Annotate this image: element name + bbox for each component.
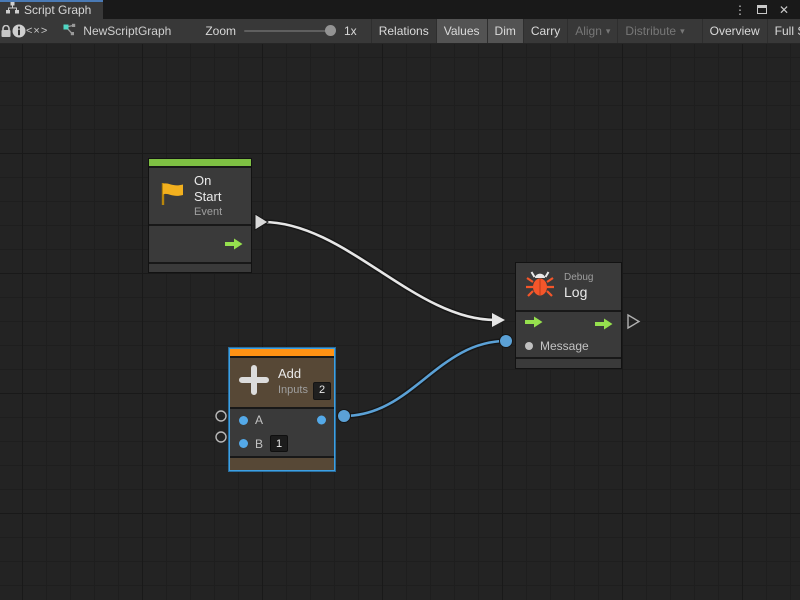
- tab-bar: Script Graph ⋮ ✕: [0, 0, 800, 19]
- wire-blue-start-dot: [338, 410, 351, 423]
- event-color-bar: [149, 159, 251, 166]
- connection-layer: [0, 44, 800, 600]
- zoom-slider-handle[interactable]: [325, 25, 336, 36]
- zoom-slider[interactable]: [244, 30, 336, 32]
- align-button[interactable]: Align ▾: [567, 19, 617, 43]
- graph-name-chip[interactable]: NewScriptGraph: [48, 19, 181, 43]
- lock-icon[interactable]: [0, 19, 12, 43]
- add-ports: A B 1: [230, 409, 334, 456]
- close-icon[interactable]: ✕: [776, 2, 792, 18]
- code-icon[interactable]: <×>: [26, 19, 48, 43]
- debug-log-ports: Message: [516, 312, 621, 357]
- add-inputs-count[interactable]: 2: [313, 382, 331, 400]
- maximize-icon[interactable]: [754, 2, 770, 18]
- debug-log-footer: [516, 359, 621, 368]
- log-exit-port[interactable]: [595, 318, 613, 330]
- debug-log-header: Debug Log: [516, 263, 621, 310]
- zoom-control: Zoom 1x: [181, 19, 364, 43]
- log-exit-outer-triangle: [628, 315, 639, 328]
- tab-script-graph[interactable]: Script Graph: [0, 0, 103, 19]
- add-footer: [230, 458, 334, 470]
- on-start-footer: [149, 264, 251, 272]
- dim-button[interactable]: Dim: [487, 19, 523, 43]
- window-buttons: ⋮ ✕: [732, 0, 800, 19]
- tab-title: Script Graph: [24, 3, 91, 17]
- values-button[interactable]: Values: [436, 19, 487, 43]
- add-port-b-label: B: [255, 437, 263, 451]
- message-port[interactable]: [525, 342, 533, 350]
- add-inputs-label: Inputs: [278, 384, 308, 398]
- graph-node-icon: [62, 23, 77, 39]
- graph-toolbar: <×> NewScriptGraph Zoom 1x Relations Val…: [0, 19, 800, 44]
- node-debug-log[interactable]: Debug Log Message: [515, 262, 622, 369]
- script-graph-icon: [6, 2, 19, 17]
- zoom-value: 1x: [344, 24, 357, 38]
- on-start-header: On Start Event: [149, 168, 251, 224]
- add-port-b-outer-circle: [216, 432, 226, 442]
- distribute-button[interactable]: Distribute ▾: [617, 19, 691, 43]
- bug-icon: [525, 270, 555, 303]
- kebab-menu-icon[interactable]: ⋮: [732, 2, 748, 18]
- message-port-label: Message: [540, 339, 589, 353]
- tab-active-accent: [0, 0, 103, 2]
- add-title: Add: [278, 366, 331, 382]
- on-start-subtitle: Event: [194, 206, 241, 220]
- add-port-a-label: A: [255, 413, 263, 427]
- chevron-down-icon: ▾: [606, 26, 611, 37]
- chevron-down-icon: ▾: [680, 26, 685, 37]
- zoom-label: Zoom: [205, 24, 236, 38]
- log-title: Log: [564, 284, 593, 302]
- math-color-bar: [230, 349, 334, 356]
- graph-canvas[interactable]: On Start Event: [0, 44, 800, 600]
- carry-button[interactable]: Carry: [523, 19, 567, 43]
- relations-button[interactable]: Relations: [371, 19, 436, 43]
- info-icon[interactable]: [12, 19, 26, 43]
- flag-icon: [158, 181, 185, 212]
- script-graph-window: Script Graph ⋮ ✕ <×> NewScriptGraph Zoom: [0, 0, 800, 600]
- node-on-start-event[interactable]: On Start Event: [148, 158, 252, 273]
- log-enter-port[interactable]: [525, 316, 543, 331]
- plus-icon: [239, 365, 269, 400]
- add-sum-port[interactable]: [317, 416, 326, 425]
- add-header: Add Inputs 2: [230, 358, 334, 407]
- debug-supertitle: Debug: [564, 272, 593, 285]
- wire-end-arrow: [492, 313, 505, 327]
- add-port-a[interactable]: [239, 416, 248, 425]
- overview-button[interactable]: Overview: [702, 19, 767, 43]
- node-add[interactable]: Add Inputs 2 A B 1: [229, 348, 335, 471]
- add-port-b[interactable]: [239, 439, 248, 448]
- on-start-exit-port[interactable]: [225, 238, 243, 250]
- add-port-a-outer-circle: [216, 411, 226, 421]
- graph-name: NewScriptGraph: [83, 24, 171, 38]
- add-port-b-value[interactable]: 1: [270, 435, 288, 452]
- fullscreen-button[interactable]: Full S: [767, 19, 800, 43]
- wire-start-cap: [255, 214, 268, 230]
- on-start-title: On Start: [194, 173, 241, 206]
- wire-add-to-message: [344, 341, 506, 416]
- wire-blue-end-dot: [500, 335, 513, 348]
- on-start-ports: [149, 226, 251, 262]
- wire-onstart-to-log: [263, 222, 495, 320]
